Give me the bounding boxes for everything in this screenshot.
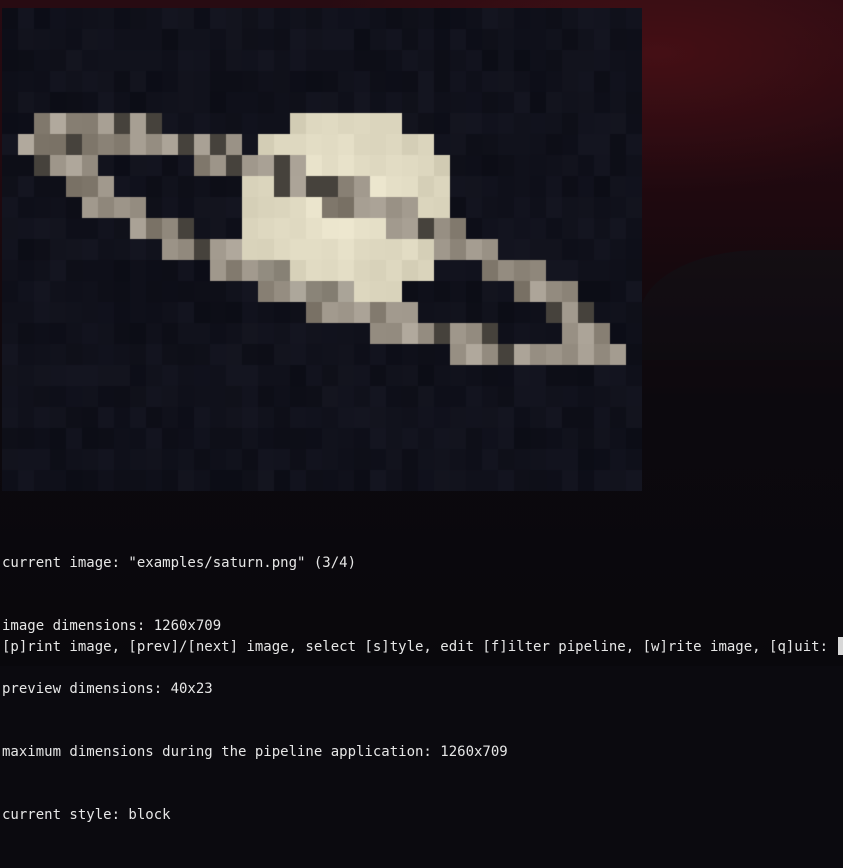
current-style-line: current style: block bbox=[2, 807, 171, 823]
terminal-window[interactable]: current image: "examples/saturn.png" (3/… bbox=[0, 0, 843, 823]
image-preview bbox=[2, 8, 642, 491]
text-cursor[interactable] bbox=[838, 637, 843, 655]
current-image-line: current image: "examples/saturn.png" (3/… bbox=[2, 555, 357, 571]
image-dimensions-line: image dimensions: 1260x709 bbox=[2, 618, 222, 634]
status-lines: current image: "examples/saturn.png" (3/… bbox=[2, 511, 508, 868]
preview-dimensions-line: preview dimensions: 40x23 bbox=[2, 681, 213, 697]
prompt-text: [p]rint image, [prev]/[next] image, sele… bbox=[2, 639, 837, 655]
max-dimensions-line: maximum dimensions during the pipeline a… bbox=[2, 744, 508, 760]
pixelated-saturn-preview bbox=[2, 8, 642, 491]
command-prompt[interactable]: [p]rint image, [prev]/[next] image, sele… bbox=[2, 637, 843, 658]
